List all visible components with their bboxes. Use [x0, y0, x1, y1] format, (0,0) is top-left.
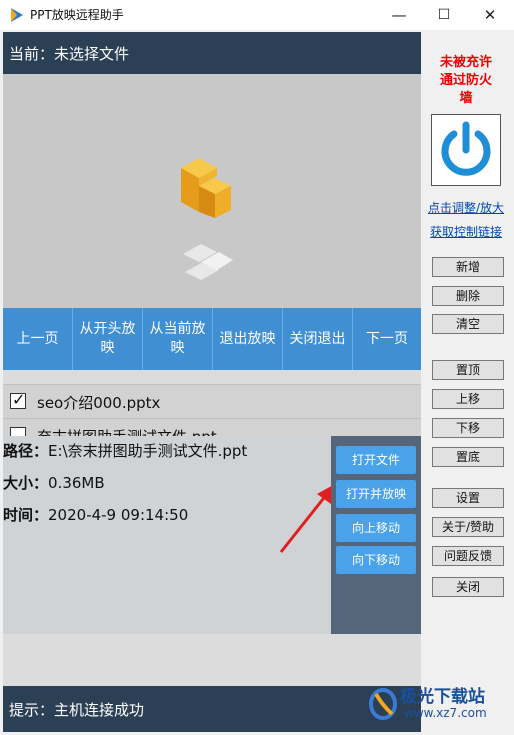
about-button[interactable]: 关于/赞助 [432, 517, 504, 537]
slide-nav-bar: 上一页 从开头放映 从当前放映 退出放映 关闭退出 下一页 [3, 308, 421, 370]
open-file-button[interactable]: 打开文件 [336, 446, 416, 474]
add-button[interactable]: 新增 [432, 257, 504, 277]
watermark-url: www.xz7.com [404, 706, 487, 720]
watermark-logo-icon [369, 688, 397, 720]
checkmark-icon: ✓ [12, 390, 26, 409]
prev-page-button[interactable]: 上一页 [3, 308, 73, 370]
next-page-button[interactable]: 下一页 [353, 308, 421, 370]
size-label: 大小： [3, 474, 49, 492]
file-list: ✓ seo介绍000.pptx 奈末拼图助手测试文件.ppt [3, 370, 421, 453]
settings-button[interactable]: 设置 [432, 488, 504, 508]
get-control-link[interactable]: 获取控制链接 [424, 223, 508, 240]
move-down-side-button[interactable]: 下移 [432, 418, 504, 438]
feedback-button[interactable]: 问题反馈 [432, 546, 504, 566]
side-panel: 未被充许 通过防火 墙 点击调整/放大 获取控制链接 新增 删除 清空 置顶 上… [424, 32, 514, 732]
file-list-item[interactable]: ✓ seo介绍000.pptx [3, 384, 421, 419]
move-down-button[interactable]: 向下移动 [336, 546, 416, 574]
zoom-link[interactable]: 点击调整/放大 [424, 199, 508, 216]
file-checkbox[interactable]: ✓ [10, 390, 26, 409]
current-file-label: 当前：未选择文件 [9, 45, 130, 63]
move-up-side-button[interactable]: 上移 [432, 389, 504, 409]
watermark: 极光下载站 www.xz7.com [368, 682, 508, 730]
placeholder-icon [181, 158, 233, 280]
open-and-play-button[interactable]: 打开并放映 [336, 480, 416, 508]
exit-show-button[interactable]: 退出放映 [213, 308, 283, 370]
time-label: 时间： [3, 506, 49, 524]
file-info-panel: 路径：E:\奈末拼图助手测试文件.ppt 大小：0.36MB 时间：2020-4… [3, 436, 335, 634]
maximize-button[interactable]: ☐ [421, 0, 467, 30]
move-bottom-button[interactable]: 置底 [432, 447, 504, 467]
main-panel: 当前：未选择文件 上一页 从开头放映 从当前放映 退出放映 关闭退出 下一页 ✓… [3, 32, 421, 732]
close-window-button[interactable]: ✕ [467, 0, 513, 30]
move-up-button[interactable]: 向上移动 [336, 514, 416, 542]
path-label: 路径： [3, 442, 49, 460]
watermark-brand: 极光下载站 [400, 687, 485, 707]
delete-button[interactable]: 删除 [432, 286, 504, 306]
status-bar: 提示：主机连接成功 [3, 686, 421, 732]
power-button[interactable] [431, 114, 501, 186]
size-value: 0.36MB [48, 474, 105, 492]
app-icon [11, 8, 23, 22]
title-bar: PPT放映远程助手 — ☐ ✕ [0, 0, 514, 30]
time-row: 时间：2020-4-9 09:14:50 [3, 504, 188, 525]
play-from-current-button[interactable]: 从当前放映 [143, 308, 213, 370]
time-value: 2020-4-9 09:14:50 [48, 506, 189, 524]
size-row: 大小：0.36MB [3, 472, 105, 493]
close-button[interactable]: 关闭 [432, 577, 504, 597]
close-exit-button[interactable]: 关闭退出 [283, 308, 353, 370]
path-value: E:\奈末拼图助手测试文件.ppt [48, 442, 248, 460]
minimize-button[interactable]: — [376, 0, 422, 30]
slide-preview [3, 74, 421, 308]
firewall-warning: 未被充许 通过防火 墙 [439, 55, 492, 106]
current-file-bar: 当前：未选择文件 [3, 32, 421, 74]
file-name: seo介绍000.pptx [37, 394, 161, 412]
file-actions-panel: 打开文件 打开并放映 向上移动 向下移动 [331, 436, 421, 634]
path-row: 路径：E:\奈末拼图助手测试文件.ppt [3, 440, 247, 461]
play-from-start-button[interactable]: 从开头放映 [73, 308, 143, 370]
status-text: 提示：主机连接成功 [9, 701, 145, 719]
window-title: PPT放映远程助手 [30, 8, 124, 22]
clear-button[interactable]: 清空 [432, 314, 504, 334]
power-icon [441, 121, 491, 176]
move-top-button[interactable]: 置顶 [432, 360, 504, 380]
